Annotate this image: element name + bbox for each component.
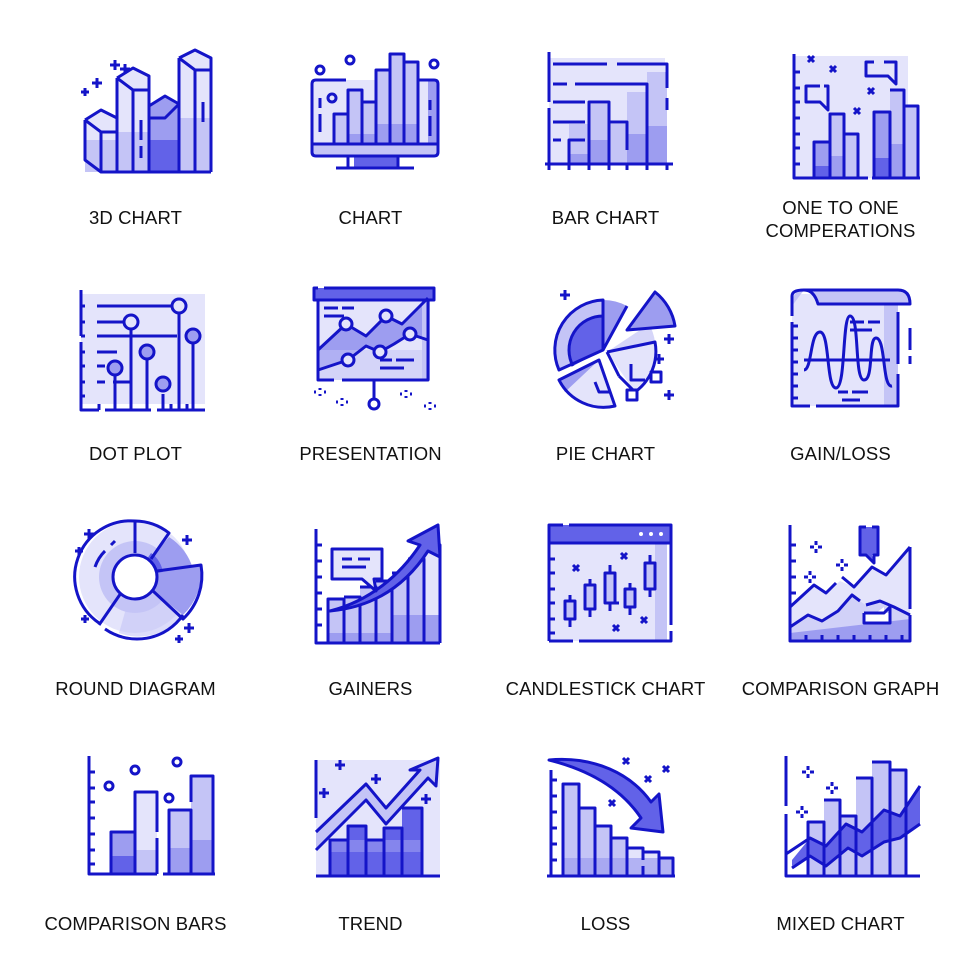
icon-label: 3D CHART — [89, 207, 182, 228]
comparison-bars-icon — [75, 750, 215, 880]
wave-document-icon — [780, 280, 912, 410]
icon-card-chart: CHART — [253, 30, 488, 265]
3d-bar-chart-icon — [75, 40, 213, 174]
icon-card-comparison-bars: COMPARISON BARS — [18, 740, 253, 975]
icon-label: GAINERS — [328, 678, 413, 699]
icon-label: COMPARISON GRAPH — [741, 678, 940, 699]
icon-card-3d-chart: 3D CHART — [18, 30, 253, 265]
icon-label: LOSS — [580, 913, 631, 934]
grouped-bar-chart-icon — [780, 40, 920, 180]
icon-card-one-to-one-comperations: ONE TO ONE COMPERATIONS — [723, 30, 958, 265]
mixed-chart-icon — [780, 750, 922, 880]
donut-chart-icon — [73, 515, 205, 645]
icon-label: ONE TO ONE — [782, 197, 899, 218]
icon-label: PIE CHART — [555, 443, 656, 464]
candlestick-chart-icon — [545, 515, 675, 645]
icon-label: COMPERATIONS — [765, 220, 916, 241]
icon-label: PRESENTATION — [299, 443, 442, 464]
presentation-board-icon — [310, 280, 440, 411]
icon-card-gain-loss: GAIN/LOSS — [723, 270, 958, 505]
icon-card-pie-chart: PIE CHART — [488, 270, 723, 505]
icon-card-gainers: GAINERS — [253, 505, 488, 740]
rising-bars-arrow-icon — [310, 515, 442, 645]
icon-label: BAR CHART — [551, 207, 660, 228]
monitor-bar-chart-icon — [310, 40, 440, 170]
icon-label: DOT PLOT — [89, 443, 182, 464]
icon-card-loss: LOSS — [488, 740, 723, 975]
icon-label: GAIN/LOSS — [790, 443, 891, 464]
icon-label: CHART — [338, 207, 403, 228]
icon-card-trend: TREND — [253, 740, 488, 975]
icon-label: MIXED CHART — [776, 913, 905, 934]
icon-label: ROUND DIAGRAM — [55, 678, 216, 699]
icon-card-dot-plot: DOT PLOT — [18, 270, 253, 505]
pie-chart-icon — [545, 280, 677, 410]
trend-arrow-icon — [310, 750, 440, 880]
dot-plot-icon — [75, 280, 205, 412]
line-comparison-icon — [780, 515, 912, 645]
icon-label: TREND — [338, 913, 403, 934]
icon-card-comparison-graph: COMPARISON GRAPH — [723, 505, 958, 740]
icon-card-bar-chart: BAR CHART — [488, 30, 723, 265]
icon-label: COMPARISON BARS — [44, 913, 227, 934]
falling-bars-arrow-icon — [545, 750, 675, 880]
bar-chart-icon — [545, 40, 675, 170]
icon-card-mixed-chart: MIXED CHART — [723, 740, 958, 975]
icon-card-round-diagram: ROUND DIAGRAM — [18, 505, 253, 740]
icon-card-candlestick-chart: CANDLESTICK CHART — [488, 505, 723, 740]
icon-card-presentation: PRESENTATION — [253, 270, 488, 505]
icon-label: CANDLESTICK CHART — [505, 678, 706, 699]
